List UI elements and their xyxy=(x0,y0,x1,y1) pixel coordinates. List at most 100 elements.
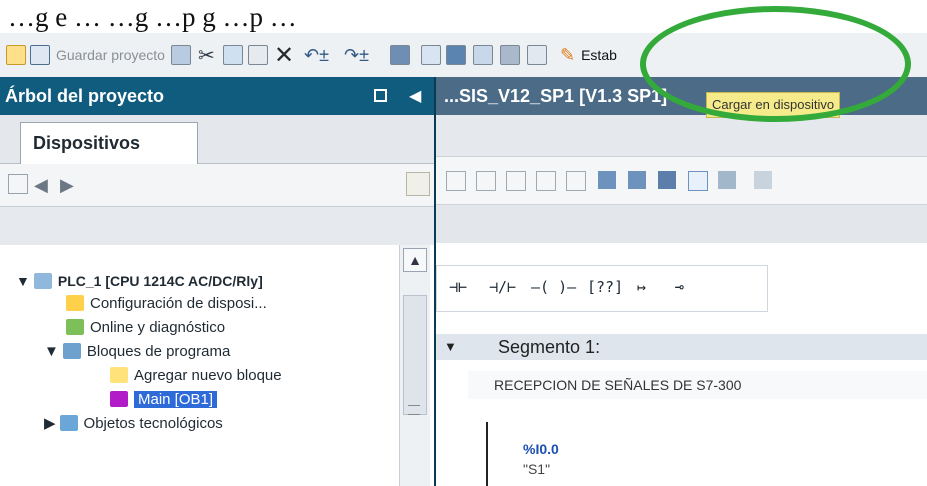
show-overview-icon[interactable] xyxy=(406,172,430,196)
plc-icon xyxy=(33,273,52,289)
insert-network-icon[interactable] xyxy=(446,171,466,191)
segment-comment[interactable]: RECEPCION DE SEÑALES DE S7-300 xyxy=(468,371,927,399)
contact-address: %I0.0 xyxy=(523,441,559,457)
comment-icon[interactable] xyxy=(688,171,708,191)
tree-filter-bar xyxy=(0,207,434,245)
redo-button[interactable]: ↷± xyxy=(344,42,369,68)
list-icon[interactable] xyxy=(628,171,646,189)
program-editor-panel: ...SIS_V12_SP1 [V1.3 SP1] ⊣⊢ ⊣/⊢ –( )– [… xyxy=(434,77,927,486)
contact-tag: "S1" xyxy=(523,461,551,477)
editor-interface-bar xyxy=(436,115,927,157)
highlight-circle xyxy=(640,6,911,122)
editor-secondary-bar xyxy=(436,205,927,243)
establish-online-icon: ✎ xyxy=(560,44,576,65)
back-icon[interactable]: ◀ xyxy=(34,175,48,196)
tree-item-program-blocks[interactable]: ▼ Bloques de programa xyxy=(44,339,230,363)
scroll-up-button[interactable]: ▲ xyxy=(403,248,427,272)
redo-icon: ↷± xyxy=(344,44,369,65)
project-tree-panel: Árbol del proyecto ◀ Dispositivos ◀ ▶ ▼ … xyxy=(0,77,434,486)
program-blocks-icon xyxy=(62,343,81,359)
technology-objects-icon xyxy=(59,415,78,431)
copy-button[interactable] xyxy=(223,42,243,68)
simulation-icon xyxy=(527,45,547,65)
networks-icon[interactable] xyxy=(598,171,616,189)
compile-button[interactable] xyxy=(390,42,410,68)
undo-button[interactable]: ↶± xyxy=(304,42,329,68)
device-button-5[interactable] xyxy=(527,42,547,68)
memory-card-icon xyxy=(500,45,520,65)
tree-scrollbar[interactable]: ▲ xyxy=(399,245,430,486)
segment-collapse-icon[interactable]: ▼ xyxy=(444,334,457,360)
editor-gap xyxy=(436,243,927,265)
upload-button[interactable] xyxy=(446,42,466,68)
close-branch-icon[interactable] xyxy=(536,171,556,191)
print-icon xyxy=(171,45,191,65)
device-tree: ▼ PLC_1 [CPU 1214C AC/DC/Rly] Configurac… xyxy=(0,245,434,486)
empty-box-button[interactable]: [??] xyxy=(587,278,623,296)
tree-item-add-block[interactable]: Agregar nuevo bloque xyxy=(110,363,282,387)
no-contact-button[interactable]: ⊣⊢ xyxy=(449,278,467,296)
print-button[interactable] xyxy=(171,42,191,68)
segment-title: Segmento 1: xyxy=(498,337,601,357)
close-branch-button[interactable]: ⊸ xyxy=(675,278,684,296)
expand-icon[interactable]: ▼ xyxy=(16,273,30,289)
tree-item-online-diagnostics[interactable]: Online y diagnóstico xyxy=(66,315,225,339)
online-diagnostics-icon xyxy=(66,319,84,335)
establish-online-button[interactable]: ✎ Estab xyxy=(560,42,617,68)
insert-branch-icon[interactable] xyxy=(506,171,526,191)
nc-contact-button[interactable]: ⊣/⊢ xyxy=(489,278,516,296)
delete-network-icon[interactable] xyxy=(476,171,496,191)
segment-header[interactable]: ▼ Segmento 1: xyxy=(436,334,927,360)
save-icon xyxy=(30,45,50,65)
collapse-icon[interactable]: ▶ xyxy=(44,414,56,432)
tab-strip: Dispositivos xyxy=(0,115,434,164)
tab-devices[interactable]: Dispositivos xyxy=(20,122,198,164)
new-project-button[interactable] xyxy=(6,42,26,68)
ladder-favorites-bar: ⊣⊢ ⊣/⊢ –( )– [??] ↦ ⊸ xyxy=(436,265,768,312)
forward-icon[interactable]: ▶ xyxy=(60,175,74,196)
tree-item-plc[interactable]: ▼ PLC_1 [CPU 1214C AC/DC/Rly] xyxy=(16,269,263,293)
establish-online-label: Estab xyxy=(581,47,617,63)
project-tree-header: Árbol del proyecto ◀ xyxy=(0,77,434,115)
tree-item-main-ob1[interactable]: Main [OB1] xyxy=(110,387,218,411)
device-button-4[interactable] xyxy=(500,42,520,68)
cut-button[interactable]: ✂ xyxy=(198,42,215,68)
save-project-label: Guardar proyecto xyxy=(56,47,165,63)
scroll-grip-icon xyxy=(408,405,420,415)
upload-icon xyxy=(446,45,466,65)
paste-button[interactable] xyxy=(248,42,268,68)
save-project-button[interactable]: Guardar proyecto xyxy=(30,42,165,68)
tree-item-device-config[interactable]: Configuración de disposi... xyxy=(66,291,267,315)
new-project-icon xyxy=(6,45,26,65)
cut-icon: ✂ xyxy=(198,44,215,67)
monitor-icon[interactable] xyxy=(718,171,736,189)
device-config-icon xyxy=(66,295,84,311)
device-button-3[interactable] xyxy=(473,42,493,68)
editor-toolbar xyxy=(436,157,927,205)
scroll-thumb[interactable] xyxy=(403,295,427,415)
pin-icon[interactable] xyxy=(374,89,387,102)
power-rail xyxy=(486,422,488,486)
ob-block-icon xyxy=(110,391,128,407)
undo-icon: ↶± xyxy=(304,44,329,65)
delete-icon: ✕ xyxy=(274,41,295,69)
download-to-device-icon xyxy=(421,45,441,65)
copy-icon xyxy=(223,45,243,65)
compile-icon xyxy=(390,45,410,65)
zoom-icon[interactable] xyxy=(754,171,772,189)
collapse-left-icon[interactable]: ◀ xyxy=(409,86,421,106)
new-folder-icon[interactable] xyxy=(8,174,28,194)
device-icon xyxy=(473,45,493,65)
coil-button[interactable]: –( )– xyxy=(531,278,576,296)
project-tree-tools: ◀ ▶ xyxy=(0,164,434,207)
expand-icon[interactable]: ▼ xyxy=(44,343,59,360)
download-to-device-button[interactable] xyxy=(421,42,441,68)
add-block-icon xyxy=(110,367,128,383)
absolute-operands-icon[interactable] xyxy=(566,171,586,191)
comment-view-icon[interactable] xyxy=(658,171,676,189)
tree-item-technology-objects[interactable]: ▶ Objetos tecnológicos xyxy=(44,411,223,435)
paste-icon xyxy=(248,45,268,65)
project-tree-title: Árbol del proyecto xyxy=(5,86,165,106)
delete-button[interactable]: ✕ xyxy=(274,41,295,69)
open-branch-button[interactable]: ↦ xyxy=(637,278,646,296)
